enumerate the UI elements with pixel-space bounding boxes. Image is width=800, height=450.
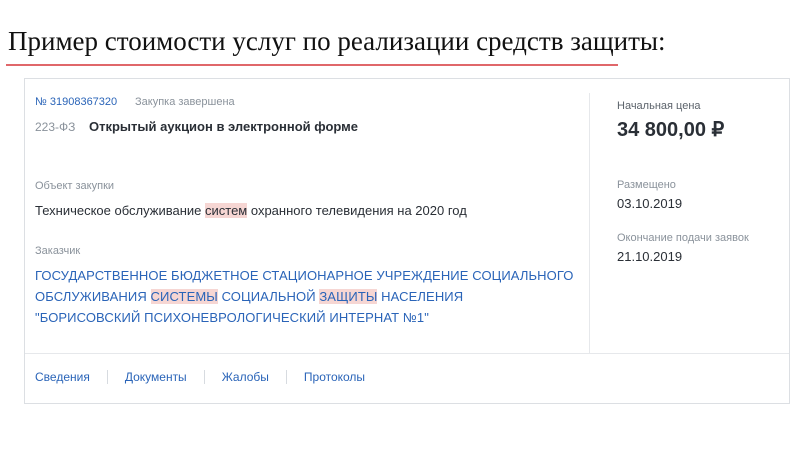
object-label: Объект закупки bbox=[35, 180, 115, 192]
posted-label: Размещено bbox=[617, 179, 676, 191]
highlight: ЗАЩИТЫ bbox=[319, 289, 378, 304]
slide-title: Пример стоимости услуг по реализации сре… bbox=[8, 26, 666, 56]
procurement-method: Открытый аукцион в электронной форме bbox=[89, 119, 358, 134]
tab-details[interactable]: Сведения bbox=[35, 370, 90, 384]
customer-name-line-1[interactable]: ГОСУДАРСТВЕННОЕ БЮДЖЕТНОЕ СТАЦИОНАРНОЕ У… bbox=[35, 268, 573, 283]
customer-name-line-2[interactable]: ОБСЛУЖИВАНИЯ СИСТЕМЫ СОЦИАЛЬНОЙ ЗАЩИТЫ Н… bbox=[35, 289, 463, 304]
procurement-status: Закупка завершена bbox=[135, 96, 235, 108]
card-tabs: Сведения Документы Жалобы Протоколы bbox=[35, 370, 365, 384]
column-divider bbox=[589, 93, 590, 353]
posted-date: 03.10.2019 bbox=[617, 196, 683, 211]
price-label: Начальная цена bbox=[617, 100, 701, 112]
customer-name-line-3[interactable]: "БОРИСОВСКИЙ ПСИХОНЕВРОЛОГИЧЕСКИЙ ИНТЕРН… bbox=[35, 310, 429, 325]
deadline-date: 21.10.2019 bbox=[617, 249, 683, 264]
procurement-card: № 31908367320 Закупка завершена 223-ФЗ О… bbox=[24, 78, 790, 404]
price-value: 34 800,00 ₽ bbox=[617, 119, 725, 141]
object-text: Техническое обслуживание систем охранног… bbox=[35, 203, 467, 218]
tab-documents[interactable]: Документы bbox=[125, 370, 187, 384]
tab-protocols[interactable]: Протоколы bbox=[304, 370, 365, 384]
tab-separator bbox=[106, 370, 108, 384]
tab-separator bbox=[285, 370, 287, 384]
tab-separator bbox=[203, 370, 205, 384]
registry-number-link[interactable]: № 31908367320 bbox=[35, 96, 117, 108]
highlight: систем bbox=[205, 203, 248, 218]
deadline-label: Окончание подачи заявок bbox=[617, 232, 749, 244]
footer-divider bbox=[25, 353, 789, 354]
highlight: СИСТЕМЫ bbox=[150, 289, 218, 304]
customer-label: Заказчик bbox=[35, 245, 81, 257]
title-underline bbox=[6, 64, 618, 66]
law-label: 223-ФЗ bbox=[35, 120, 76, 134]
tab-complaints[interactable]: Жалобы bbox=[222, 370, 269, 384]
